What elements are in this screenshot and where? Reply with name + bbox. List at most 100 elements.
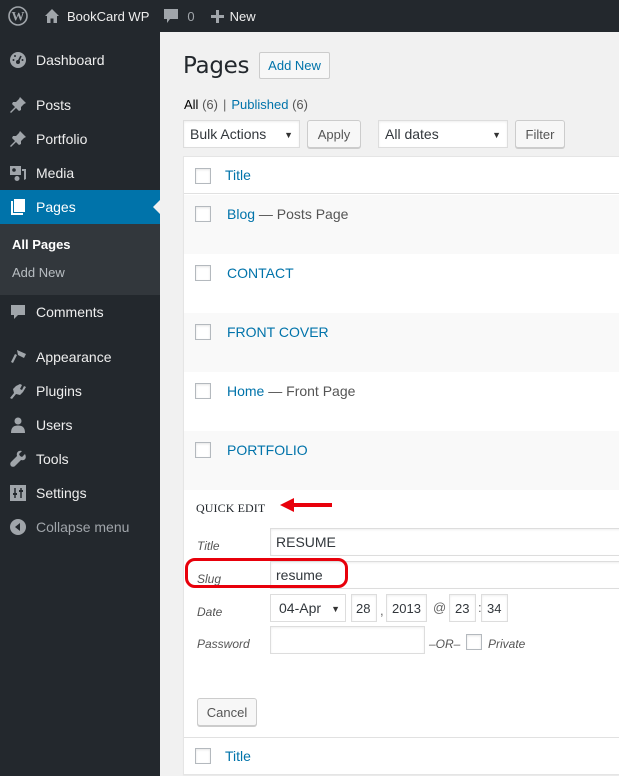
select-all-checkbox-footer[interactable] — [195, 748, 211, 764]
select-all-checkbox[interactable] — [195, 168, 211, 184]
year-input[interactable] — [386, 594, 427, 622]
svg-text:W: W — [12, 9, 25, 24]
site-name: BookCard WP — [67, 8, 150, 24]
day-input[interactable] — [351, 594, 377, 622]
dropdown-arrow-icon: ▼ — [492, 130, 501, 140]
home-icon — [45, 9, 59, 23]
password-field-label: Password — [197, 637, 250, 651]
collapse-menu-button[interactable]: Collapse menu — [0, 510, 160, 544]
wrench-icon — [9, 450, 27, 468]
row-title-link[interactable]: Home — [227, 383, 264, 399]
sidebar-item-label: Media — [36, 165, 75, 181]
wordpress-logo-icon: W — [8, 6, 28, 26]
filter-button[interactable]: Filter — [515, 120, 565, 148]
table-row: Home — Front Page — [184, 372, 619, 431]
table-header: Title — [184, 157, 619, 194]
media-icon — [9, 164, 27, 182]
row-checkbox[interactable] — [195, 383, 211, 399]
pin-icon — [9, 130, 27, 148]
status-filter-links: All (6) | Published (6) — [184, 97, 308, 112]
submenu-all-pages[interactable]: All Pages — [0, 231, 160, 259]
table-row: PORTFOLIO — [184, 431, 619, 490]
filter-published[interactable]: Published (6) — [231, 97, 308, 112]
apply-button[interactable]: Apply — [307, 120, 361, 148]
sidebar-item-settings[interactable]: Settings — [0, 476, 160, 510]
row-title-link[interactable]: FRONT COVER — [227, 324, 329, 340]
date-field-label: Date — [197, 605, 223, 619]
sidebar-item-tools[interactable]: Tools — [0, 442, 160, 476]
password-input[interactable] — [270, 626, 425, 654]
sidebar-item-label: Posts — [36, 97, 72, 113]
dropdown-arrow-icon: ▼ — [284, 130, 293, 140]
new-label: New — [229, 8, 256, 24]
date-filter-select[interactable]: All dates ▼ — [378, 120, 508, 148]
site-name-link[interactable]: BookCard WP — [44, 0, 149, 32]
private-checkbox[interactable] — [466, 634, 482, 650]
title-input[interactable] — [270, 528, 619, 556]
row-checkbox[interactable] — [195, 206, 211, 222]
month-select[interactable]: 04-Apr ▼ — [270, 594, 346, 622]
dropdown-arrow-icon: ▼ — [331, 604, 340, 614]
table-row: CONTACT — [184, 254, 619, 313]
or-label: –OR– — [429, 637, 461, 651]
table-row: Blog — Posts Page — [184, 195, 619, 254]
add-new-page-button[interactable]: Add New — [259, 52, 330, 79]
sidebar-item-comments[interactable]: Comments — [0, 295, 160, 329]
comment-bubble-icon — [164, 9, 179, 23]
table-nav-top: Bulk Actions ▼ Apply All dates ▼ Filter — [183, 120, 565, 148]
pages-submenu: All Pages Add New — [0, 224, 160, 295]
dashboard-icon — [9, 51, 27, 69]
brush-icon — [9, 348, 27, 366]
annotation-arrow-icon — [280, 498, 332, 512]
collapse-arrow-icon — [9, 518, 27, 536]
main-content: Pages Add New All (6) | Published (6) Bulk… — [160, 32, 619, 776]
pin-icon — [9, 96, 27, 114]
sliders-icon — [9, 484, 27, 502]
admin-sidebar: Dashboard Posts Portfolio Media Pages Al… — [0, 32, 160, 776]
plus-icon — [210, 9, 224, 23]
sidebar-item-appearance[interactable]: Appearance — [0, 340, 160, 374]
table-row: FRONT COVER — [184, 313, 619, 372]
sidebar-item-media[interactable]: Media — [0, 156, 160, 190]
sidebar-item-label: Dashboard — [36, 52, 105, 68]
user-icon — [9, 416, 27, 434]
post-state: — Front Page — [264, 383, 356, 399]
collapse-menu-label: Collapse menu — [36, 519, 130, 535]
pages-table: Title Blog — Posts Page CONTACT FRONT CO… — [183, 156, 619, 775]
sidebar-item-posts[interactable]: Posts — [0, 88, 160, 122]
minute-input[interactable] — [481, 594, 508, 622]
title-field-label: Title — [197, 539, 220, 553]
admin-bar: W BookCard WP 0 New — [0, 0, 619, 32]
sidebar-item-label: Users — [36, 417, 73, 433]
filter-all[interactable]: All (6) — [184, 97, 218, 112]
sidebar-item-label: Plugins — [36, 383, 82, 399]
quick-edit-legend: QUICK EDIT — [196, 501, 266, 515]
sidebar-item-pages[interactable]: Pages — [0, 190, 160, 224]
wordpress-logo-button[interactable]: W — [0, 0, 36, 32]
sidebar-item-dashboard[interactable]: Dashboard — [0, 43, 160, 77]
sidebar-item-label: Tools — [36, 451, 69, 467]
row-title-link[interactable]: PORTFOLIO — [227, 442, 308, 458]
row-title-link[interactable]: Blog — [227, 206, 255, 222]
page-title: Pages — [183, 52, 250, 79]
pages-icon — [9, 198, 27, 216]
row-checkbox[interactable] — [195, 265, 211, 281]
hour-input[interactable] — [449, 594, 476, 622]
sidebar-item-label: Settings — [36, 485, 87, 501]
title-column-header[interactable]: Title — [225, 167, 251, 183]
sidebar-item-users[interactable]: Users — [0, 408, 160, 442]
bulk-actions-select[interactable]: Bulk Actions ▼ — [183, 120, 300, 148]
submenu-add-new[interactable]: Add New — [0, 259, 160, 287]
comments-link[interactable]: 0 — [163, 0, 195, 32]
title-column-footer[interactable]: Title — [225, 748, 251, 764]
row-checkbox[interactable] — [195, 442, 211, 458]
cancel-button[interactable]: Cancel — [197, 698, 257, 726]
row-checkbox[interactable] — [195, 324, 211, 340]
row-title-link[interactable]: CONTACT — [227, 265, 294, 281]
sidebar-item-label: Pages — [36, 199, 76, 215]
sidebar-item-plugins[interactable]: Plugins — [0, 374, 160, 408]
new-content-button[interactable]: New — [210, 0, 256, 32]
private-label: Private — [488, 637, 526, 651]
comment-icon — [9, 303, 27, 321]
sidebar-item-portfolio[interactable]: Portfolio — [0, 122, 160, 156]
